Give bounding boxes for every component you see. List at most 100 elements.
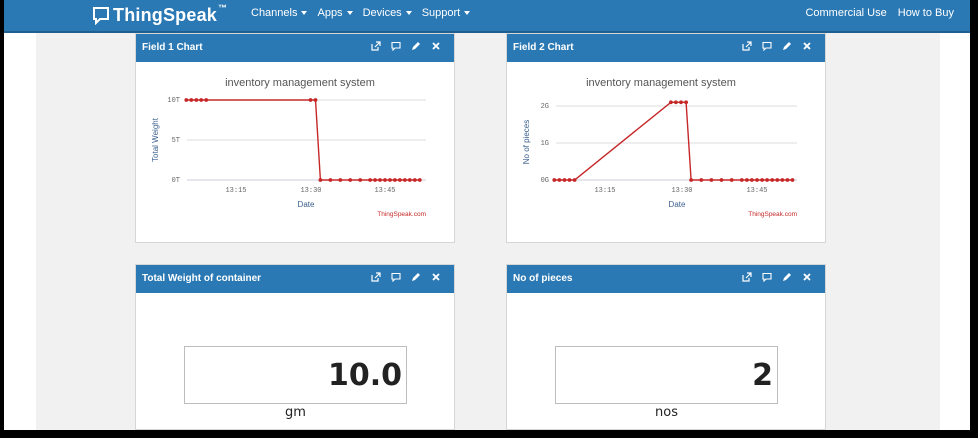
nav-apps[interactable]: Apps: [317, 7, 353, 19]
pencil-icon[interactable]: [781, 270, 793, 284]
widget-header: Field 1 Chart: [136, 34, 454, 62]
nav-devices-label: Devices: [362, 7, 402, 19]
comment-icon[interactable]: [761, 39, 773, 53]
chart-title: inventory management system: [586, 77, 736, 89]
field2-chart: inventory management system 2G 1G 0G 13:…: [522, 77, 797, 218]
data-point: [318, 178, 323, 182]
close-icon[interactable]: [430, 39, 442, 53]
comment-icon[interactable]: [390, 270, 402, 284]
nav-channels[interactable]: Channels: [251, 7, 308, 19]
data-point: [308, 98, 313, 102]
nav-commercial-use[interactable]: Commercial Use: [805, 7, 886, 19]
brand-trademark: ™: [218, 3, 228, 13]
pencil-icon[interactable]: [410, 270, 422, 284]
caret-down-icon: [301, 11, 308, 15]
top-navbar: ThingSpeak ™ Channels Apps Devices Suppo…: [4, 0, 970, 33]
open-external-icon[interactable]: [370, 39, 382, 53]
y-tick-5: 5T: [172, 137, 180, 145]
brand-name: ThingSpeak: [113, 4, 218, 25]
open-external-icon[interactable]: [741, 39, 753, 53]
data-point: [199, 98, 204, 102]
caret-down-icon: [346, 11, 353, 15]
nav-apps-label: Apps: [317, 7, 343, 19]
x-tick-1330: 13:30: [300, 187, 321, 195]
pieces-display-widget: No of pieces 2 nos: [506, 264, 826, 430]
data-point: [674, 100, 678, 105]
data-point: [407, 178, 412, 182]
data-point: [770, 178, 775, 182]
page-margin-right: [940, 33, 970, 430]
chart-title: inventory management system: [225, 77, 375, 89]
caret-down-icon: [464, 11, 471, 15]
data-point: [765, 178, 769, 182]
data-point: [729, 178, 734, 182]
data-point: [689, 178, 693, 182]
chart-credit: ThingSpeak.com: [748, 211, 797, 218]
y-axis-label: Total Weight: [151, 117, 160, 162]
nav-support-label: Support: [421, 7, 461, 19]
y-tick-0: 0G: [541, 177, 549, 185]
nav-channels-label: Channels: [251, 7, 298, 19]
data-point: [184, 98, 189, 102]
widget-tools: [733, 39, 813, 53]
data-point: [562, 178, 567, 182]
data-point: [398, 178, 402, 182]
chart-credit: ThingSpeak.com: [377, 211, 426, 218]
x-tick-1345: 13:45: [374, 187, 395, 195]
speech-bubble-icon: [92, 5, 110, 26]
y-tick-2: 2G: [541, 103, 549, 111]
field1-chart-widget: Field 1 Chart inventory management syste…: [135, 33, 455, 243]
data-point: [373, 178, 377, 182]
y-axis-label: No of pieces: [522, 120, 531, 164]
nav-support[interactable]: Support: [422, 7, 471, 19]
x-axis-label: Date: [298, 200, 315, 209]
data-point: [204, 98, 209, 102]
open-external-icon[interactable]: [370, 270, 382, 284]
open-external-icon[interactable]: [741, 270, 753, 284]
data-point: [699, 178, 704, 182]
data-point: [709, 178, 714, 182]
data-point: [338, 178, 343, 182]
brand-logo[interactable]: ThingSpeak ™: [92, 2, 227, 28]
data-point: [669, 100, 673, 105]
data-point: [557, 178, 562, 182]
data-point: [313, 98, 318, 102]
pencil-icon[interactable]: [410, 39, 422, 53]
series-line: [554, 101, 793, 181]
data-point: [417, 178, 422, 182]
close-icon[interactable]: [801, 270, 813, 284]
data-point: [378, 178, 382, 182]
data-point: [368, 178, 372, 182]
numeric-display: 10.0: [184, 346, 407, 404]
x-tick-1315: 13:15: [225, 187, 246, 195]
comment-icon[interactable]: [390, 39, 402, 53]
close-icon[interactable]: [430, 270, 442, 284]
data-point: [679, 100, 683, 105]
widget-header: Total Weight of container: [136, 265, 454, 293]
data-point: [189, 98, 194, 102]
numeric-display: 2: [555, 346, 778, 404]
close-icon[interactable]: [801, 39, 813, 53]
x-axis-label: Date: [669, 200, 686, 209]
data-point: [383, 178, 387, 182]
widget-title: Field 2 Chart: [513, 42, 574, 53]
pencil-icon[interactable]: [781, 39, 793, 53]
comment-icon[interactable]: [761, 270, 773, 284]
widget-tools: [362, 39, 442, 53]
widget-header: Field 2 Chart: [507, 34, 825, 62]
widget-title: No of pieces: [513, 273, 573, 284]
data-point: [785, 178, 790, 182]
nav-devices[interactable]: Devices: [363, 7, 412, 19]
widget-tools: [733, 270, 813, 284]
data-point: [760, 178, 764, 182]
x-tick-1345: 13:45: [746, 187, 767, 195]
data-point: [393, 178, 397, 182]
y-tick-1: 1G: [541, 140, 549, 148]
widget-title: Total Weight of container: [142, 273, 262, 284]
nav-how-to-buy[interactable]: How to Buy: [898, 7, 954, 19]
data-point: [790, 178, 795, 182]
data-point: [567, 178, 572, 182]
data-point: [194, 98, 199, 102]
data-point: [552, 178, 557, 182]
data-point: [388, 178, 392, 182]
